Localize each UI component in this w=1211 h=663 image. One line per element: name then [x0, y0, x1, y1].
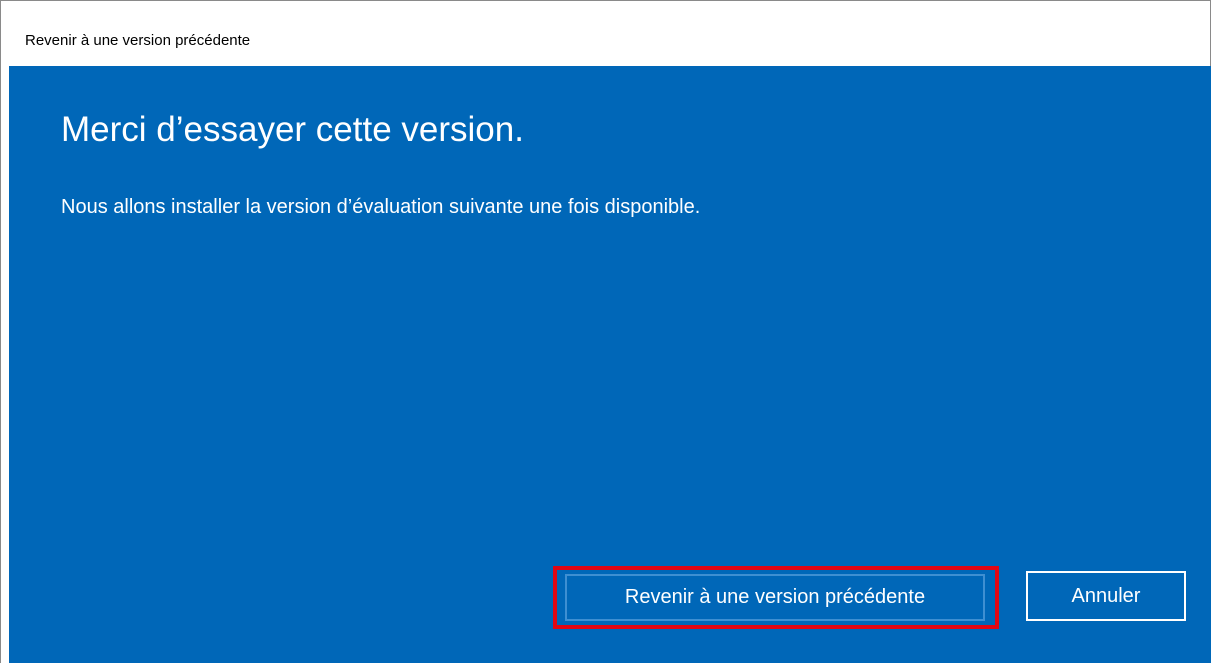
window-left-border	[0, 66, 9, 663]
rollback-dialog-window: Revenir à une version précédente Merci d…	[0, 0, 1211, 663]
cancel-button[interactable]: Annuler	[1026, 571, 1186, 621]
title-bar: Revenir à une version précédente	[0, 0, 1211, 66]
page-title: Merci d’essayer cette version.	[61, 110, 524, 149]
window-title: Revenir à une version précédente	[25, 32, 251, 49]
rollback-button[interactable]: Revenir à une version précédente	[565, 574, 985, 621]
info-message: Nous allons installer la version d’évalu…	[61, 196, 701, 218]
dialog-content-panel: Merci d’essayer cette version. Nous allo…	[9, 66, 1211, 663]
